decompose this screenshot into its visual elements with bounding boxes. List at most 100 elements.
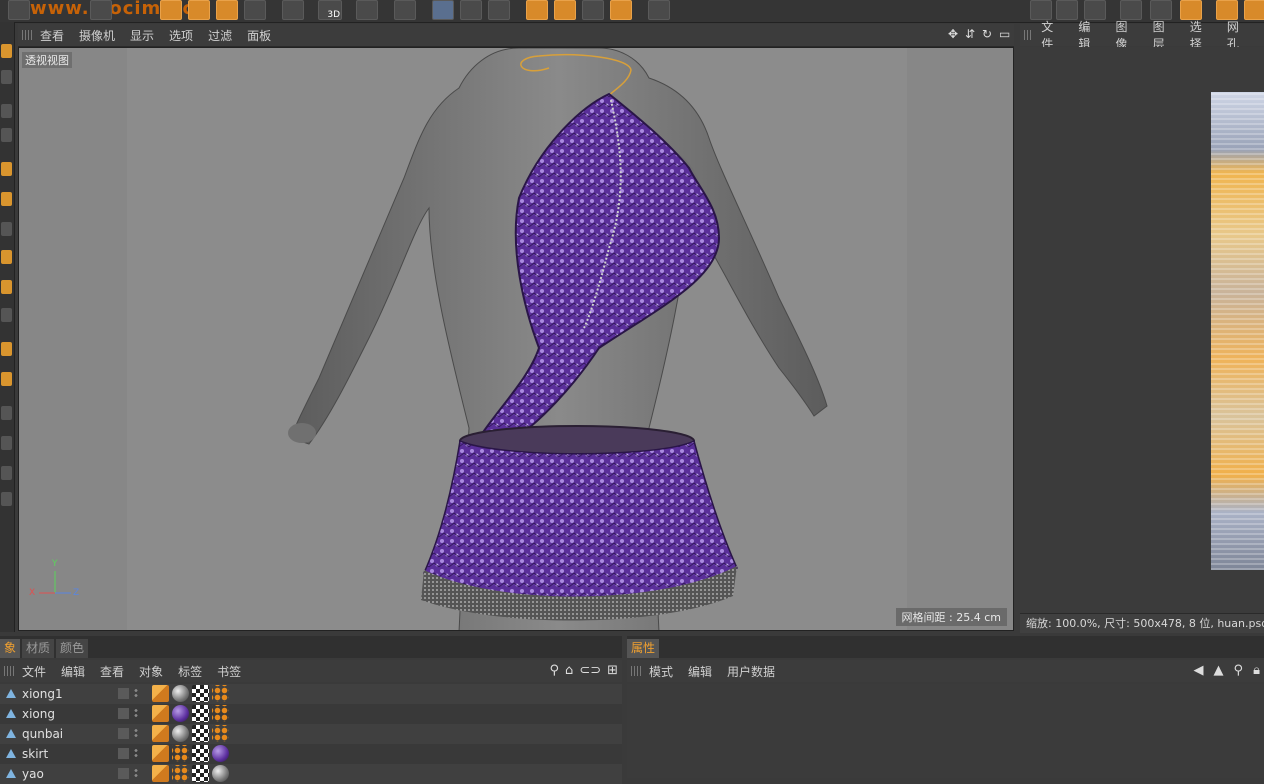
uvw-tag-icon[interactable] xyxy=(192,705,209,722)
tool-icon-6[interactable] xyxy=(1,192,12,206)
cube-4-icon[interactable] xyxy=(610,0,632,20)
texture-canvas[interactable] xyxy=(1020,47,1264,613)
phong-tag-icon[interactable] xyxy=(152,745,169,762)
object-row[interactable]: yao xyxy=(0,764,622,784)
mat-gray-tag-icon[interactable] xyxy=(172,725,189,742)
visibility-toggle-icon[interactable] xyxy=(118,748,129,759)
tool-icon-13[interactable] xyxy=(1,406,12,420)
sel-tag-icon[interactable] xyxy=(172,745,189,762)
viewer-tool-icon-6[interactable] xyxy=(1180,0,1202,20)
tool-icon-7[interactable] xyxy=(1,222,12,236)
phong-tag-icon[interactable] xyxy=(152,685,169,702)
cube-2-icon[interactable] xyxy=(554,0,576,20)
viewport-menu-view[interactable]: 查看 xyxy=(40,27,64,44)
search-icon[interactable]: ⚲ xyxy=(550,663,560,678)
home-icon[interactable]: ⌂ xyxy=(565,663,573,678)
tab-materials[interactable]: 材质 xyxy=(22,639,55,658)
tool-icon-14[interactable] xyxy=(1,436,12,450)
uvw-tag-icon[interactable] xyxy=(192,745,209,762)
undo-icon[interactable] xyxy=(8,0,30,20)
perspective-viewport[interactable]: 透视视图 Y X Z 网格间距 : 25.4 cm xyxy=(18,47,1014,631)
visibility-toggle-icon[interactable] xyxy=(118,708,129,719)
object-name[interactable]: yao xyxy=(22,767,44,781)
render-dots-icon[interactable] xyxy=(134,728,138,739)
brush-icon[interactable] xyxy=(356,0,378,20)
obj-menu-file[interactable]: 文件 xyxy=(22,663,46,680)
render-icon[interactable] xyxy=(648,0,670,20)
object-name[interactable]: skirt xyxy=(22,747,48,761)
attr-menu-edit[interactable]: 编辑 xyxy=(688,663,712,680)
grip-icon[interactable] xyxy=(4,666,14,676)
tab-colors[interactable]: 颜色 xyxy=(56,639,89,658)
cube-3-icon[interactable] xyxy=(582,0,604,20)
edge-mode-icon[interactable] xyxy=(460,0,482,20)
new-window-icon[interactable]: ⊞ xyxy=(607,663,618,678)
select-icon[interactable] xyxy=(90,0,112,20)
lock-icon[interactable]: 🔒︎ xyxy=(1253,663,1260,678)
grip-icon[interactable] xyxy=(1024,30,1034,40)
visibility-toggle-icon[interactable] xyxy=(118,688,129,699)
tool-icon-10[interactable] xyxy=(1,308,12,322)
polygon-mode-icon[interactable] xyxy=(488,0,510,20)
viewer-tool-icon-2[interactable] xyxy=(1056,0,1078,20)
obj-menu-view[interactable]: 查看 xyxy=(100,663,124,680)
tool-icon-9[interactable] xyxy=(1,280,12,294)
back-arrow-icon[interactable]: ◀ xyxy=(1194,663,1204,678)
render-dots-icon[interactable] xyxy=(134,688,138,699)
render-dots-icon[interactable] xyxy=(134,708,138,719)
tool-icon-8[interactable] xyxy=(1,250,12,264)
move-icon[interactable] xyxy=(160,0,182,20)
move-view-icon[interactable]: ✥ xyxy=(948,28,960,40)
sel-tag-icon[interactable] xyxy=(212,685,229,702)
object-name[interactable]: qunbai xyxy=(22,727,63,741)
paint-3d-icon[interactable]: 3D xyxy=(318,0,342,20)
render-dots-icon[interactable] xyxy=(134,748,138,759)
sel-tag-icon[interactable] xyxy=(212,705,229,722)
mat-purple-tag-icon[interactable] xyxy=(172,705,189,722)
sel-tag-icon[interactable] xyxy=(212,725,229,742)
obj-menu-object[interactable]: 对象 xyxy=(139,663,163,680)
viewport-menu-filter[interactable]: 过滤 xyxy=(208,27,232,44)
attr-menu-mode[interactable]: 模式 xyxy=(649,663,673,680)
phong-tag-icon[interactable] xyxy=(152,725,169,742)
tool-icon-5[interactable] xyxy=(1,162,12,176)
visibility-toggle-icon[interactable] xyxy=(118,728,129,739)
viewer-tool-icon-1[interactable] xyxy=(1030,0,1052,20)
obj-menu-tags[interactable]: 标签 xyxy=(178,663,202,680)
tab-attributes[interactable]: 属性 xyxy=(627,639,660,658)
viewport-menu-camera[interactable]: 摄像机 xyxy=(79,27,115,44)
tool-icon-15[interactable] xyxy=(1,466,12,480)
viewport-menu-options[interactable]: 选项 xyxy=(169,27,193,44)
object-row[interactable]: xiong1 xyxy=(0,684,622,704)
search-icon[interactable]: ⚲ xyxy=(1234,663,1244,678)
mat-purple-tag-icon[interactable] xyxy=(212,745,229,762)
tool-icon-11[interactable] xyxy=(1,342,12,356)
tool-icon-2[interactable] xyxy=(1,70,12,84)
object-mode-icon[interactable] xyxy=(394,0,416,20)
visibility-toggle-icon[interactable] xyxy=(118,768,129,779)
sel-tag-icon[interactable] xyxy=(172,765,189,782)
viewport-menu-panel[interactable]: 面板 xyxy=(247,27,271,44)
tool-icon-3[interactable] xyxy=(1,104,12,118)
uvw-tag-icon[interactable] xyxy=(192,725,209,742)
object-name[interactable]: xiong1 xyxy=(22,687,63,701)
tool-icon-16[interactable] xyxy=(1,492,12,506)
texture-image[interactable] xyxy=(1211,92,1264,570)
viewer-tool-icon-8[interactable] xyxy=(1244,0,1264,20)
object-name[interactable]: xiong xyxy=(22,707,55,721)
obj-menu-edit[interactable]: 编辑 xyxy=(61,663,85,680)
tool-icon-1[interactable] xyxy=(1,44,12,58)
point-mode-icon[interactable] xyxy=(432,0,454,20)
phong-tag-icon[interactable] xyxy=(152,705,169,722)
uvw-tag-icon[interactable] xyxy=(192,685,209,702)
viewport-menu-display[interactable]: 显示 xyxy=(130,27,154,44)
rotate-view-icon[interactable]: ↻ xyxy=(982,28,994,40)
zoom-view-icon[interactable]: ⇵ xyxy=(965,28,977,40)
maximize-view-icon[interactable]: ▭ xyxy=(999,28,1011,40)
rotate-icon[interactable] xyxy=(216,0,238,20)
object-row[interactable]: qunbai xyxy=(0,724,622,744)
points-icon[interactable] xyxy=(282,0,304,20)
up-arrow-icon[interactable]: ▲ xyxy=(1214,663,1224,678)
viewer-tool-icon-5[interactable] xyxy=(1150,0,1172,20)
phong-tag-icon[interactable] xyxy=(152,765,169,782)
